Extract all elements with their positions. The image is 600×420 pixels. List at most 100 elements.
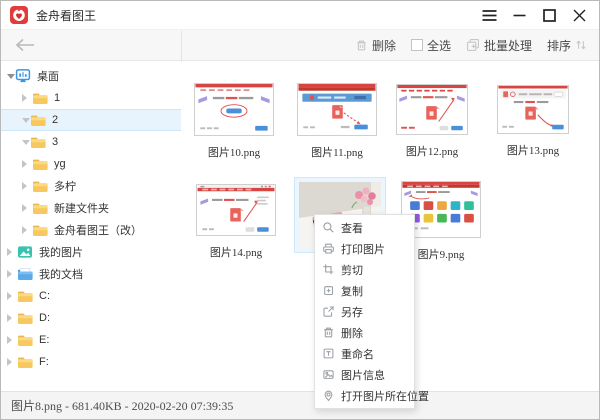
folder-icon bbox=[17, 311, 33, 325]
menu-item-view[interactable]: 查看 bbox=[315, 217, 414, 238]
folder-icon bbox=[17, 355, 33, 369]
pictures-icon bbox=[17, 245, 33, 259]
menu-item-label: 图片信息 bbox=[341, 367, 385, 383]
thumbnail-item[interactable]: 图片14.png bbox=[196, 184, 276, 260]
app-title: 金舟看图王 bbox=[36, 7, 96, 24]
folder-icon bbox=[30, 113, 46, 127]
thumbnail-item[interactable]: 图片12.png bbox=[396, 84, 468, 159]
delete-label: 删除 bbox=[372, 37, 396, 54]
menu-item-delete[interactable]: 删除 bbox=[315, 322, 414, 343]
tree-label: 3 bbox=[52, 136, 58, 148]
status-bar: 图片8.png - 681.40KB - 2020-02-20 07:39:35 bbox=[1, 391, 599, 419]
toolbar-actions: 删除 全选 批量处理 排序 bbox=[355, 37, 599, 54]
sidebar-item-folder-1[interactable]: 1 bbox=[1, 87, 181, 109]
folder-tree: 桌面 1 2 3 yg bbox=[1, 62, 181, 391]
minimize-button[interactable] bbox=[512, 8, 527, 22]
tree-label: 2 bbox=[52, 114, 58, 126]
sidebar-item-folder-2[interactable]: 2 bbox=[1, 109, 181, 131]
magnifier-icon bbox=[322, 221, 335, 234]
folder-icon bbox=[32, 179, 48, 193]
tree-label: 我的图片 bbox=[39, 244, 83, 260]
chevron-right-icon[interactable] bbox=[22, 160, 31, 168]
batch-icon bbox=[466, 38, 480, 52]
image-info-icon bbox=[322, 368, 335, 381]
thumbnail-filename: 图片10.png bbox=[208, 144, 260, 160]
menu-item-print-image[interactable]: 打印图片 bbox=[315, 238, 414, 259]
delete-button[interactable]: 删除 bbox=[355, 37, 396, 54]
chevron-right-icon[interactable] bbox=[7, 358, 16, 366]
thumbnail-filename: 图片11.png bbox=[311, 144, 363, 160]
sidebar-item-folder-duoning[interactable]: 多柠 bbox=[1, 175, 181, 197]
maximize-button[interactable] bbox=[542, 8, 557, 22]
location-pin-icon bbox=[322, 389, 335, 402]
menu-item-save-as[interactable]: 另存 bbox=[315, 301, 414, 322]
toolbar: 删除 全选 批量处理 排序 bbox=[1, 30, 599, 61]
tree-label: 1 bbox=[54, 92, 60, 104]
thumbnail-filename: 图片9.png bbox=[418, 246, 465, 262]
chevron-right-icon[interactable] bbox=[22, 204, 31, 212]
tree-label: E: bbox=[39, 334, 49, 346]
trash-icon bbox=[355, 39, 368, 52]
folder-icon bbox=[30, 135, 46, 149]
menu-item-label: 删除 bbox=[341, 325, 363, 341]
chevron-right-icon[interactable] bbox=[7, 292, 16, 300]
chevron-right-icon[interactable] bbox=[7, 270, 16, 278]
thumbnail-filename: 图片12.png bbox=[406, 143, 458, 159]
folder-icon bbox=[17, 289, 33, 303]
back-button[interactable] bbox=[14, 38, 36, 52]
thumbnail-filename: 图片14.png bbox=[210, 244, 262, 260]
menu-item-open-file-location[interactable]: 打开图片所在位置 bbox=[315, 385, 414, 406]
close-button[interactable] bbox=[572, 8, 587, 22]
thumbnail-image bbox=[194, 83, 274, 136]
chevron-down-icon[interactable] bbox=[22, 140, 30, 149]
tree-label: D: bbox=[39, 312, 50, 324]
printer-icon bbox=[322, 242, 335, 255]
sidebar-item-drive-d[interactable]: D: bbox=[1, 307, 181, 329]
sidebar-item-my-pictures[interactable]: 我的图片 bbox=[1, 241, 181, 263]
menu-item-label: 重命名 bbox=[341, 346, 374, 362]
sidebar-item-drive-f[interactable]: F: bbox=[1, 351, 181, 373]
menu-item-image-info[interactable]: 图片信息 bbox=[315, 364, 414, 385]
title-bar: 金舟看图王 bbox=[1, 1, 599, 30]
chevron-right-icon[interactable] bbox=[22, 94, 31, 102]
select-all-label: 全选 bbox=[427, 37, 451, 54]
thumbnail-item[interactable]: 图片13.png bbox=[497, 85, 569, 158]
chevron-right-icon[interactable] bbox=[22, 226, 31, 234]
sidebar-item-app-folder[interactable]: 金舟看图王（改） bbox=[1, 219, 181, 241]
tree-label: F: bbox=[39, 356, 49, 368]
sidebar-item-drive-c[interactable]: C: bbox=[1, 285, 181, 307]
sidebar-item-folder-3[interactable]: 3 bbox=[1, 131, 181, 153]
status-text: 图片8.png - 681.40KB - 2020-02-20 07:39:35 bbox=[11, 397, 233, 414]
copy-icon bbox=[322, 284, 335, 297]
thumbnail-item[interactable]: 图片10.png bbox=[194, 83, 274, 160]
tree-label: 新建文件夹 bbox=[54, 200, 109, 216]
app-logo-icon bbox=[10, 6, 28, 24]
chevron-right-icon[interactable] bbox=[22, 182, 31, 190]
select-all-checkbox[interactable] bbox=[411, 39, 423, 51]
chevron-right-icon[interactable] bbox=[7, 314, 16, 322]
menu-icon[interactable] bbox=[482, 8, 497, 22]
menu-item-copy[interactable]: 复制 bbox=[315, 280, 414, 301]
tree-label: 金舟看图王（改） bbox=[54, 222, 142, 238]
crop-icon bbox=[322, 263, 335, 276]
sidebar-item-folder-yg[interactable]: yg bbox=[1, 153, 181, 175]
sidebar-item-drive-e[interactable]: E: bbox=[1, 329, 181, 351]
chevron-down-icon[interactable] bbox=[22, 118, 30, 127]
thumbnail-item[interactable]: 图片11.png bbox=[297, 83, 377, 160]
desktop-icon bbox=[15, 69, 31, 83]
batch-process-button[interactable]: 批量处理 bbox=[466, 37, 532, 54]
rename-icon bbox=[322, 347, 335, 360]
folder-icon bbox=[32, 223, 48, 237]
sidebar-item-desktop[interactable]: 桌面 bbox=[1, 65, 181, 87]
sidebar-item-my-documents[interactable]: 我的文档 bbox=[1, 263, 181, 285]
tree-label: 多柠 bbox=[54, 178, 76, 194]
chevron-down-icon[interactable] bbox=[7, 74, 15, 83]
select-all-button[interactable]: 全选 bbox=[411, 37, 451, 54]
chevron-right-icon[interactable] bbox=[7, 336, 16, 344]
sidebar-item-new-folder[interactable]: 新建文件夹 bbox=[1, 197, 181, 219]
window-controls bbox=[482, 8, 599, 22]
menu-item-rename[interactable]: 重命名 bbox=[315, 343, 414, 364]
menu-item-cut[interactable]: 剪切 bbox=[315, 259, 414, 280]
sort-button[interactable]: 排序 bbox=[547, 37, 587, 54]
chevron-right-icon[interactable] bbox=[7, 248, 16, 256]
